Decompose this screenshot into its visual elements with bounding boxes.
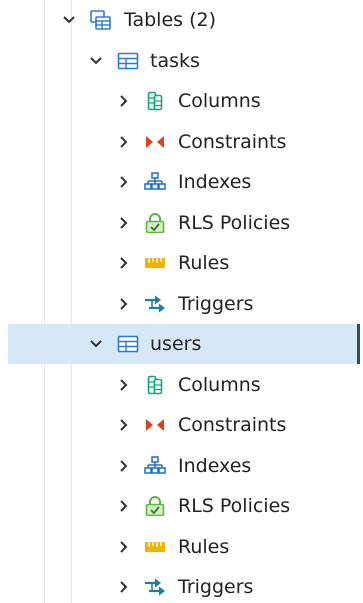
- tree-node-label: Indexes: [178, 455, 252, 477]
- tree-node-constraints[interactable]: Constraints: [0, 405, 363, 445]
- tree-node-tables[interactable]: Tables (2): [0, 0, 363, 40]
- tree-node-label: Rules: [178, 536, 230, 558]
- tree-node-triggers[interactable]: Triggers: [0, 284, 363, 324]
- chevron-down-icon[interactable]: [88, 41, 104, 81]
- tree-node-rls-policies[interactable]: RLS Policies: [0, 486, 363, 526]
- table-icon: [117, 334, 139, 354]
- tree-node-columns[interactable]: Columns: [0, 365, 363, 405]
- tree-node-label: Rules: [178, 252, 230, 274]
- rules-icon: [144, 537, 166, 557]
- tree-node-constraints[interactable]: Constraints: [0, 122, 363, 162]
- tree-node-label: Tables (2): [124, 9, 216, 31]
- tree-node-columns[interactable]: Columns: [0, 81, 363, 121]
- tree-node-rls-policies[interactable]: RLS Policies: [0, 203, 363, 243]
- chevron-right-icon[interactable]: [116, 486, 132, 526]
- tree-node-label: Indexes: [178, 171, 252, 193]
- columns-icon: [144, 375, 166, 395]
- columns-icon: [144, 91, 166, 111]
- tree-node-label: RLS Policies: [178, 212, 291, 234]
- rules-icon: [144, 253, 166, 273]
- chevron-right-icon[interactable]: [116, 203, 132, 243]
- tree-node-table-users[interactable]: users: [8, 324, 360, 364]
- chevron-right-icon[interactable]: [116, 405, 132, 445]
- tree-node-label: tasks: [150, 50, 200, 72]
- tree-node-label: Constraints: [178, 131, 287, 153]
- chevron-right-icon[interactable]: [116, 243, 132, 283]
- tree-node-table-tasks[interactable]: tasks: [0, 41, 363, 81]
- triggers-icon: [144, 294, 166, 314]
- tree-node-rules[interactable]: Rules: [0, 243, 363, 283]
- tree-node-label: Triggers: [178, 576, 254, 598]
- chevron-right-icon[interactable]: [116, 365, 132, 405]
- chevron-right-icon[interactable]: [116, 284, 132, 324]
- tree-node-label: Triggers: [178, 293, 254, 315]
- triggers-icon: [144, 577, 166, 597]
- tree-node-indexes[interactable]: Indexes: [0, 162, 363, 202]
- tables-icon: [90, 10, 112, 30]
- table-icon: [117, 51, 139, 71]
- constraints-icon: [144, 415, 166, 435]
- rls-policies-icon: [144, 496, 166, 516]
- chevron-down-icon[interactable]: [61, 0, 77, 40]
- object-browser-tree: Tables (2) tasks Columns Constraints Indexes…: [0, 0, 363, 603]
- rls-policies-icon: [144, 213, 166, 233]
- chevron-right-icon[interactable]: [116, 527, 132, 567]
- tree-node-triggers[interactable]: Triggers: [0, 567, 363, 603]
- chevron-right-icon[interactable]: [116, 162, 132, 202]
- tree-node-indexes[interactable]: Indexes: [0, 446, 363, 486]
- tree-node-rules[interactable]: Rules: [0, 527, 363, 567]
- chevron-right-icon[interactable]: [116, 446, 132, 486]
- tree-node-label: Constraints: [178, 414, 287, 436]
- constraints-icon: [144, 132, 166, 152]
- tree-node-label: users: [150, 333, 202, 355]
- tree-node-label: RLS Policies: [178, 495, 291, 517]
- tree-node-label: Columns: [178, 374, 261, 396]
- tree-node-label: Columns: [178, 90, 261, 112]
- indexes-icon: [144, 172, 166, 192]
- chevron-right-icon[interactable]: [116, 81, 132, 121]
- chevron-right-icon[interactable]: [116, 567, 132, 603]
- chevron-down-icon[interactable]: [88, 324, 104, 364]
- indexes-icon: [144, 456, 166, 476]
- chevron-right-icon[interactable]: [116, 122, 132, 162]
